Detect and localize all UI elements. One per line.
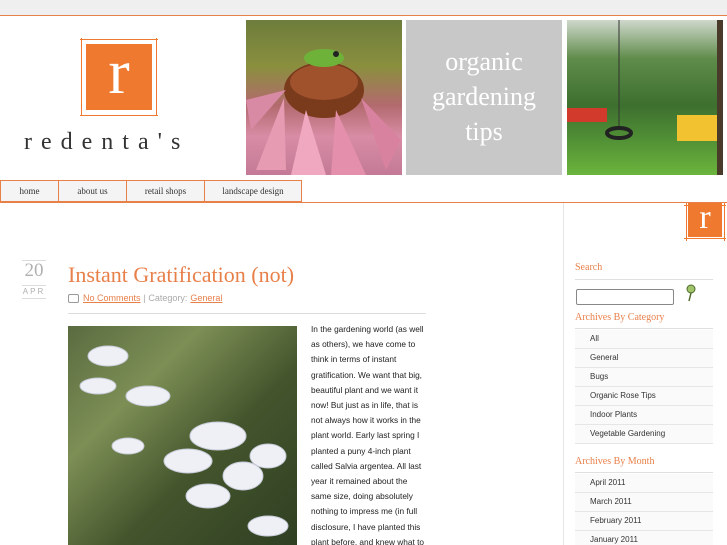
search-icon [686, 284, 696, 302]
sidebar-divider [563, 203, 564, 545]
header-image-coneflower-frog [246, 20, 402, 175]
comments-link[interactable]: No Comments [83, 293, 141, 303]
post-meta: No Comments | Category: General [68, 293, 222, 303]
post-date-day: 20 [24, 260, 44, 281]
category-item-bugs[interactable]: Bugs [575, 368, 713, 387]
post-image-salvia [68, 326, 297, 545]
category-item-all[interactable]: All [575, 330, 713, 349]
site-wordmark: redenta's [24, 129, 190, 155]
category-item-general[interactable]: General [575, 349, 713, 368]
categories-heading: Archives By Category [575, 312, 665, 323]
tagline-panel: organic gardening tips [406, 20, 562, 175]
tagline-line-2: gardening [432, 82, 536, 111]
month-item-february-2011[interactable]: February 2011 [575, 512, 713, 531]
search-button[interactable] [685, 284, 697, 302]
tagline-line-3: tips [465, 117, 503, 146]
nav-home[interactable]: home [0, 180, 58, 202]
month-list: April 2011 March 2011 February 2011 Janu… [575, 474, 713, 545]
post-divider [68, 313, 426, 314]
date-rule-bottom [22, 298, 46, 299]
month-item-january-2011[interactable]: January 2011 [575, 531, 713, 545]
sidebar-logo-mark: r [688, 201, 722, 237]
nav-landscape-design[interactable]: landscape design [204, 180, 302, 202]
months-heading-rule [575, 472, 713, 473]
category-item-vegetable-gardening[interactable]: Vegetable Gardening [575, 425, 713, 444]
categories-heading-rule [575, 328, 713, 329]
category-item-indoor-plants[interactable]: Indoor Plants [575, 406, 713, 425]
search-input[interactable] [576, 289, 674, 305]
main-nav: home about us retail shops landscape des… [0, 180, 302, 202]
category-list: All General Bugs Organic Rose Tips Indoo… [575, 330, 713, 444]
top-bar [0, 0, 727, 16]
header-image-garden-tire-swing [567, 20, 723, 175]
search-heading: Search [575, 262, 603, 273]
post-title[interactable]: Instant Gratification (not) [68, 262, 294, 288]
nav-retail-shops[interactable]: retail shops [126, 180, 204, 202]
category-item-organic-rose-tips[interactable]: Organic Rose Tips [575, 387, 713, 406]
category-link[interactable]: General [190, 293, 222, 303]
month-item-april-2011[interactable]: April 2011 [575, 474, 713, 493]
tagline-line-1: organic [445, 47, 523, 76]
site-logo[interactable]: r redenta's [0, 17, 245, 177]
post-body-text: In the gardening world (as well as other… [311, 324, 425, 545]
months-heading: Archives By Month [575, 456, 655, 467]
post-date-month: APR [22, 287, 46, 296]
category-prefix: | Category: [143, 293, 188, 303]
month-item-march-2011[interactable]: March 2011 [575, 493, 713, 512]
search-heading-rule [575, 279, 713, 280]
logo-mark: r [86, 40, 152, 110]
comment-icon [68, 293, 79, 303]
nav-about-us[interactable]: about us [58, 180, 126, 202]
date-rule-middle [22, 285, 46, 286]
nav-divider [0, 202, 727, 203]
